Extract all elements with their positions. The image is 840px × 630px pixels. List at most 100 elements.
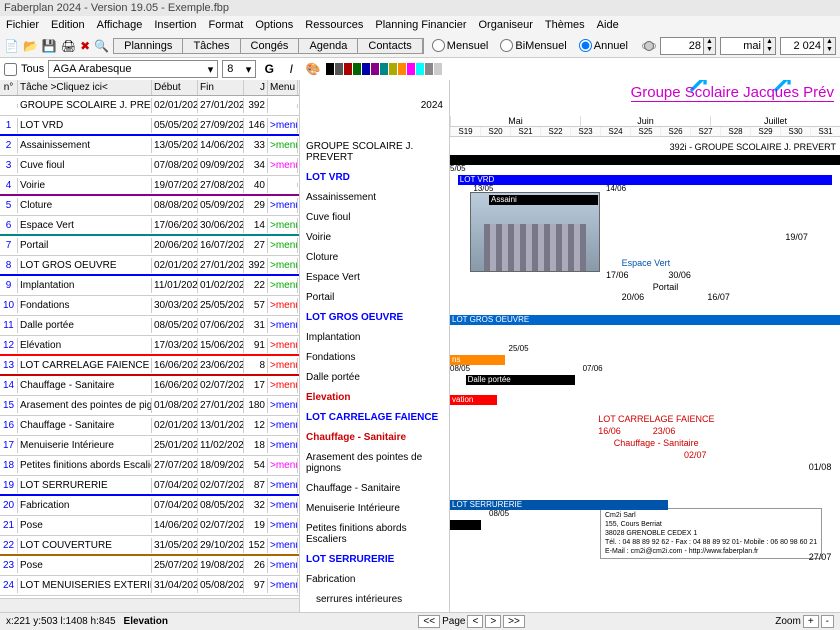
color-swatch[interactable] (326, 63, 334, 75)
bold-icon[interactable]: G (260, 60, 278, 78)
table-row[interactable]: 10Fondations30/03/202425/05/202457>menu< (0, 296, 299, 316)
tous-checkbox[interactable] (4, 63, 17, 76)
radio-bimensuel[interactable]: BiMensuel (500, 39, 566, 52)
menu-link[interactable]: >menu< (268, 438, 298, 453)
new-icon[interactable]: 📄 (4, 37, 19, 55)
menu-fichier[interactable]: Fichier (6, 19, 39, 31)
page-first-button[interactable]: << (418, 615, 440, 628)
table-row[interactable]: 13LOT CARRELAGE FAIENCE16/06/202423/06/2… (0, 356, 299, 376)
color-swatch[interactable] (443, 63, 451, 75)
color-swatch[interactable] (353, 63, 361, 75)
menu-link[interactable]: >menu< (268, 558, 298, 573)
menu-link[interactable]: >menu< (268, 358, 298, 373)
year-spinner[interactable]: ▲▼ (780, 37, 836, 55)
month-input[interactable] (721, 38, 763, 54)
menu-link[interactable]: >menu< (268, 498, 298, 513)
table-row[interactable]: 1LOT VRD05/05/202427/09/2024146>menu< (0, 116, 299, 136)
color-swatch[interactable] (344, 63, 352, 75)
menu-link[interactable]: >menu< (268, 578, 298, 593)
table-row[interactable]: 24LOT MENUISERIES EXTERIEU31/04/202405/0… (0, 576, 299, 596)
menu-aide[interactable]: Aide (597, 19, 619, 31)
slider[interactable] (642, 43, 656, 49)
menu-link[interactable]: >menu< (268, 458, 298, 473)
color-swatch[interactable] (371, 63, 379, 75)
menu-link[interactable]: >menu< (268, 298, 298, 313)
open-icon[interactable]: 📂 (23, 37, 38, 55)
color-swatch[interactable] (416, 63, 424, 75)
zoom-in-button[interactable]: + (803, 615, 819, 628)
color-swatch[interactable] (407, 63, 415, 75)
table-row[interactable]: GROUPE SCOLAIRE J. PREVERT02/01/202427/0… (0, 96, 299, 116)
menu-link[interactable]: >menu< (268, 258, 298, 273)
menu-link[interactable]: >menu< (268, 478, 298, 493)
menu-link[interactable] (268, 183, 298, 187)
page-last-button[interactable]: >> (503, 615, 525, 628)
tab-contacts[interactable]: Contacts (358, 39, 422, 53)
preview-icon[interactable]: 🔍 (94, 37, 109, 55)
table-row[interactable]: 12Elévation17/03/202415/06/202491>menu< (0, 336, 299, 356)
menu-link[interactable]: >menu< (268, 278, 298, 293)
menu-link[interactable]: >menu< (268, 518, 298, 533)
color-swatch[interactable] (380, 63, 388, 75)
table-row[interactable]: 21Pose14/06/202402/07/202419>menu< (0, 516, 299, 536)
chevron-up-icon[interactable]: ▲ (703, 38, 715, 46)
table-row[interactable]: 16Chauffage - Sanitaire02/01/202413/01/2… (0, 416, 299, 436)
scroll-horizontal[interactable] (0, 598, 299, 612)
gantt-bar[interactable]: LOT SERRURERIE (450, 500, 668, 510)
tab-conges[interactable]: Congés (241, 39, 300, 53)
table-row[interactable]: 20Fabrication07/04/202408/05/202432>menu… (0, 496, 299, 516)
menu-link[interactable]: >menu< (268, 378, 298, 393)
table-row[interactable]: 7Portail20/06/202416/07/202427>menu< (0, 236, 299, 256)
table-row[interactable]: 19LOT SERRURERIE07/04/202402/07/202487>m… (0, 476, 299, 496)
menu-edition[interactable]: Edition (51, 19, 85, 31)
col-j[interactable]: J (244, 80, 268, 95)
table-row[interactable]: 23Pose25/07/202419/08/202426>menu< (0, 556, 299, 576)
print-icon[interactable]: 🖨 (61, 37, 76, 55)
menu-link[interactable] (268, 104, 298, 108)
year-input[interactable] (781, 38, 823, 54)
col-n[interactable]: n° (0, 80, 18, 95)
menu-insertion[interactable]: Insertion (154, 19, 196, 31)
menu-organiseur[interactable]: Organiseur (479, 19, 533, 31)
menu-link[interactable]: >menu< (268, 238, 298, 253)
palette-icon[interactable]: 🎨 (304, 60, 322, 78)
chevron-up-icon[interactable]: ▲ (823, 38, 835, 46)
day-spinner[interactable]: ▲▼ (660, 37, 716, 55)
menu-link[interactable]: >menu< (268, 398, 298, 413)
table-row[interactable]: 6Espace Vert17/06/202430/06/202414>menu< (0, 216, 299, 236)
menu-link[interactable]: >menu< (268, 138, 298, 153)
gantt-area[interactable]: Cm2i Sarl 155, Cours Berriat 38028 GRENO… (450, 140, 840, 612)
menu-format[interactable]: Format (209, 19, 244, 31)
table-row[interactable]: 17Menuiserie Intérieure25/01/202411/02/2… (0, 436, 299, 456)
menu-link[interactable]: >menu< (268, 118, 298, 133)
chevron-down-icon[interactable]: ▼ (763, 46, 775, 54)
menu-ressources[interactable]: Ressources (305, 19, 363, 31)
menu-affichage[interactable]: Affichage (97, 19, 143, 31)
gantt-bar[interactable]: vation (450, 395, 497, 405)
menu-link[interactable]: >menu< (268, 218, 298, 233)
zoom-out-button[interactable]: - (821, 615, 834, 628)
menu-options[interactable]: Options (255, 19, 293, 31)
menu-link[interactable]: >menu< (268, 158, 298, 173)
menu-link[interactable]: >menu< (268, 338, 298, 353)
font-select[interactable]: AGA Arabesque▾ (48, 60, 218, 78)
table-row[interactable]: 18Petites finitions abords Escaliers27/0… (0, 456, 299, 476)
tab-taches[interactable]: Tâches (183, 39, 240, 53)
tab-agenda[interactable]: Agenda (299, 39, 358, 53)
menu-link[interactable]: >menu< (268, 418, 298, 433)
size-select[interactable]: 8▾ (222, 60, 256, 78)
table-row[interactable]: 22LOT COUVERTURE31/05/202429/10/2024152>… (0, 536, 299, 556)
radio-mensuel[interactable]: Mensuel (432, 39, 489, 52)
color-swatch[interactable] (425, 63, 433, 75)
gantt-bar[interactable]: LOT VRD (458, 175, 832, 185)
menu-planning-financier[interactable]: Planning Financier (375, 19, 466, 31)
chevron-up-icon[interactable]: ▲ (763, 38, 775, 46)
color-swatch[interactable] (398, 63, 406, 75)
col-fin[interactable]: Fin (198, 80, 244, 95)
chevron-down-icon[interactable]: ▼ (703, 46, 715, 54)
day-input[interactable] (661, 38, 703, 54)
table-row[interactable]: 4Voirie19/07/202427/08/202440 (0, 176, 299, 196)
table-row[interactable]: 9Implantation11/01/202401/02/202422>menu… (0, 276, 299, 296)
table-row[interactable]: 11Dalle portée08/05/202407/06/202431>men… (0, 316, 299, 336)
color-palette[interactable] (326, 63, 451, 75)
